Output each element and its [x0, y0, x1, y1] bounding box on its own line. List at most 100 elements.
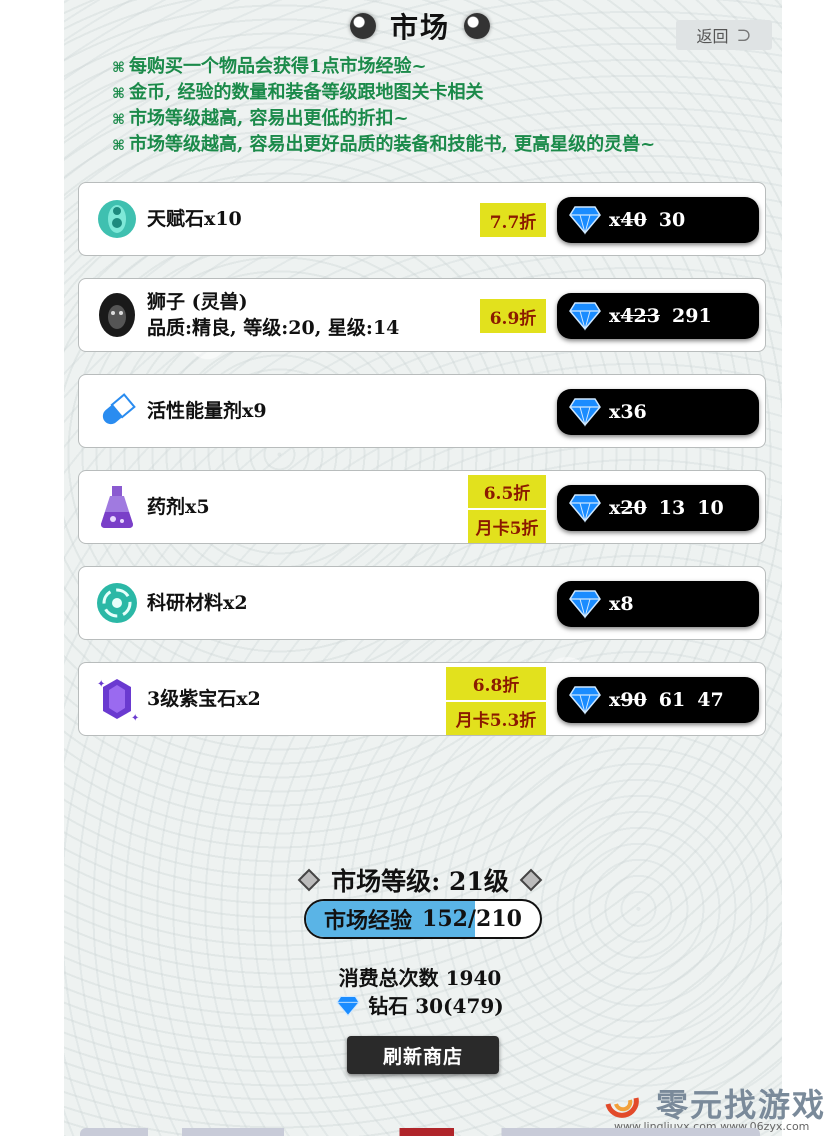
back-button[interactable]: 返回 ⊃	[676, 20, 772, 50]
card-price-value: 10	[697, 497, 724, 519]
price-prefix: x	[609, 593, 621, 615]
item-title: 活性能量剂x9	[147, 400, 267, 422]
research-material-icon	[93, 579, 141, 627]
exp-progress-bar: 市场经验 152/210	[304, 899, 542, 939]
old-price: 90	[620, 689, 647, 711]
price-prefix: x	[609, 497, 621, 519]
svg-text:✦: ✦	[97, 679, 105, 690]
pill-icon	[93, 387, 141, 435]
lion-icon	[93, 291, 141, 339]
note-line: ⌘ 市场等级越高, 容易出更好品质的装备和技能书, 更高星级的灵兽~	[112, 132, 655, 158]
item-name: 天赋石x10	[147, 183, 242, 255]
note-text: 金币, 经验的数量和装备等级跟地图关卡相关	[129, 82, 484, 103]
exp-total: 210	[476, 906, 522, 932]
buy-button[interactable]: x36	[557, 389, 759, 435]
note-text: 市场等级越高, 容易出更好品质的装备和技能书, 更高星级的灵兽~	[129, 134, 656, 155]
price-prefix: x	[609, 689, 621, 711]
diamond-icon	[569, 590, 601, 619]
swirl-right-icon	[464, 13, 490, 39]
item-subtitle: 品质:精良, 等级:20, 星级:14	[147, 317, 400, 339]
discount-badge: 6.5折	[468, 475, 546, 508]
refresh-shop-button[interactable]: 刷新商店	[347, 1036, 499, 1074]
discount-badge: 7.7折	[480, 203, 546, 237]
bullet-icon: ⌘	[112, 60, 125, 76]
buy-button[interactable]: x90 61 47	[557, 677, 759, 723]
buy-button[interactable]: x8	[557, 581, 759, 627]
old-price: 40	[620, 209, 647, 231]
buy-button[interactable]: x40 30	[557, 197, 759, 243]
shop-item: 药剂x5 6.5折 月卡5折 x20 13 10	[78, 470, 766, 544]
old-price: 423	[620, 305, 660, 327]
card-discount-badge: 月卡5折	[468, 510, 546, 543]
item-name: 狮子 (灵兽) 品质:精良, 等级:20, 星级:14	[147, 279, 399, 351]
note-text: 市场等级越高, 容易出更低的折扣~	[129, 108, 409, 129]
bullet-icon: ⌘	[112, 112, 125, 128]
diamond-icon	[569, 302, 601, 331]
card-price-value: 47	[697, 689, 724, 711]
discount-badge: 6.9折	[480, 299, 546, 333]
item-title: 科研材料x2	[147, 592, 248, 614]
diamond-balance-text: 钻石 30(479)	[368, 994, 504, 1018]
note-text: 每购买一个物品会获得1点市场经验~	[129, 56, 427, 77]
diamond-icon	[569, 494, 601, 523]
price-value: 291	[672, 305, 712, 327]
potion-icon	[93, 483, 141, 531]
purple-gem-icon: ✦ ✦	[93, 675, 141, 723]
svg-text:✦: ✦	[131, 713, 139, 723]
shop-item: 活性能量剂x9 x36	[78, 374, 766, 448]
title-text: 市场	[389, 11, 450, 44]
buy-button[interactable]: x423 291	[557, 293, 759, 339]
diamond-icon	[569, 398, 601, 427]
item-name: 药剂x5	[147, 471, 210, 543]
diamond-icon	[569, 206, 601, 235]
item-title: 3级紫宝石x2	[147, 688, 261, 710]
item-name: 活性能量剂x9	[147, 375, 267, 447]
price-value: 61	[658, 689, 686, 711]
shop-item: 科研材料x2 x8	[78, 566, 766, 640]
return-arrow-icon: ⊃	[736, 24, 752, 46]
item-name: 科研材料x2	[147, 567, 248, 639]
buy-button[interactable]: x20 13 10	[557, 485, 759, 531]
market-notes: ⌘ 每购买一个物品会获得1点市场经验~ ⌘ 金币, 经验的数量和装备等级跟地图关卡相…	[112, 54, 655, 158]
price-value: 36	[620, 401, 647, 423]
exp-label: 市场经验	[324, 908, 413, 934]
item-title: 狮子 (灵兽)	[147, 291, 248, 313]
diamond-icon	[569, 686, 601, 715]
exp-current: 152	[422, 906, 468, 932]
shop-item: 狮子 (灵兽) 品质:精良, 等级:20, 星级:14 6.9折 x423 29…	[78, 278, 766, 352]
spend-count-text: 消费总次数 1940	[338, 966, 502, 990]
old-price: 20	[620, 497, 647, 519]
price-value: 13	[658, 497, 686, 519]
diamond-balance: 钻石 30(479)	[0, 992, 840, 1020]
talent-stone-icon	[93, 195, 141, 243]
price-value: 8	[620, 593, 634, 615]
market-level: 市场等级: 21级	[0, 860, 840, 900]
price-prefix: x	[609, 209, 621, 231]
note-line: ⌘ 每购买一个物品会获得1点市场经验~	[112, 54, 655, 80]
bottom-tab-bar[interactable]	[80, 1128, 760, 1136]
price-prefix: x	[609, 401, 621, 423]
spend-stats: 消费总次数 1940 钻石 30(479)	[0, 964, 840, 1020]
item-name: 3级紫宝石x2	[147, 663, 261, 735]
note-line: ⌘ 金币, 经验的数量和装备等级跟地图关卡相关	[112, 80, 655, 106]
shop-item: ✦ ✦ 3级紫宝石x2 6.8折 月卡5.3折 x90 61 47	[78, 662, 766, 736]
price-prefix: x	[609, 305, 621, 327]
swirl-left-icon	[349, 13, 376, 39]
watermark-logo-icon	[605, 1097, 639, 1118]
card-discount-badge: 月卡5.3折	[446, 702, 546, 735]
note-line: ⌘ 市场等级越高, 容易出更低的折扣~	[112, 106, 655, 132]
spend-count: 消费总次数 1940	[0, 964, 840, 992]
exp-text: 市场经验 152/210	[306, 901, 540, 937]
ornament-right-icon	[519, 868, 543, 892]
item-title: 天赋石x10	[147, 208, 242, 230]
price-value: 30	[658, 209, 686, 231]
bullet-icon: ⌘	[112, 86, 125, 102]
back-label: 返回	[696, 27, 729, 46]
discount-badge: 6.8折	[446, 667, 546, 700]
shop-item: 天赋石x10 7.7折 x40 30	[78, 182, 766, 256]
level-text: 市场等级: 21级	[331, 867, 509, 896]
ornament-left-icon	[297, 868, 321, 892]
bullet-icon: ⌘	[112, 138, 125, 154]
item-title: 药剂x5	[147, 496, 210, 518]
diamond-icon	[336, 995, 360, 1017]
